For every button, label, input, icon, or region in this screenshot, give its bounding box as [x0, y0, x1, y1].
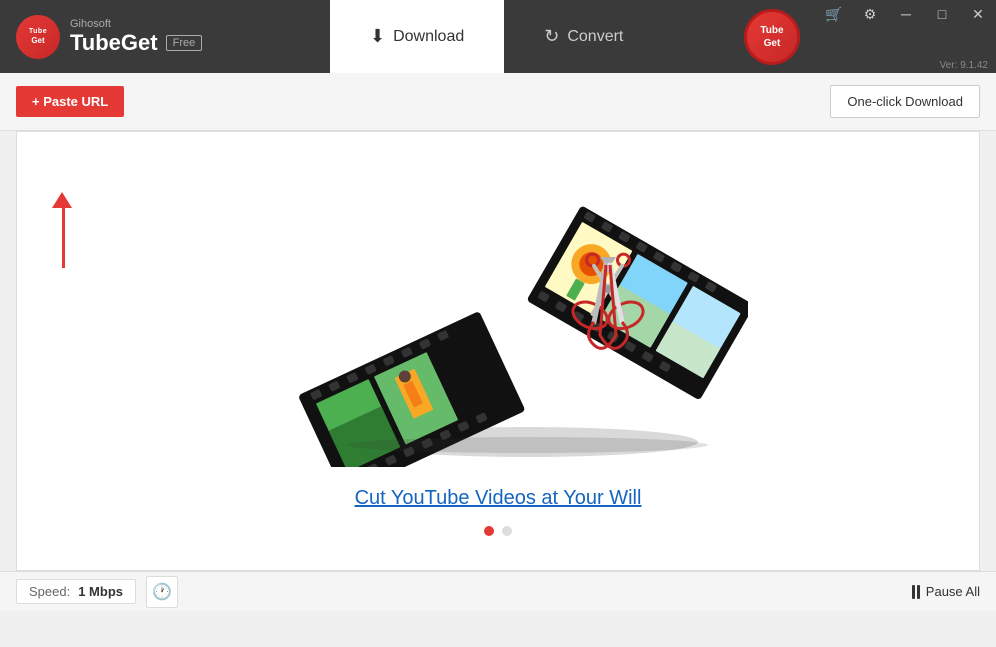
pause-all-button[interactable]: Pause All [912, 584, 980, 599]
app-logo-area: Tube Get Gihosoft TubeGet Free [0, 15, 330, 59]
free-badge: Free [166, 35, 203, 51]
toolbar: + Paste URL One-click Download [0, 73, 996, 131]
arrow-line [62, 208, 65, 268]
nav-tabs: ⬇ Download ↻ Convert [330, 0, 728, 73]
settings-button[interactable]: ⚙ [852, 0, 888, 28]
download-tab-icon: ⬇ [370, 26, 385, 47]
paste-url-button[interactable]: + Paste URL [16, 86, 124, 117]
feature-title-link[interactable]: Cut YouTube Videos at Your Will [355, 487, 642, 510]
tubeget-badge: Tube Get [744, 9, 800, 65]
speed-info: Speed: 1 Mbps [16, 579, 136, 604]
titlebar-right: 🛒 ⚙ ─ □ ✕ Ver: 9.1.42 [816, 0, 996, 73]
arrow-head-icon [52, 192, 72, 208]
pause-bar-1 [912, 585, 915, 599]
film-strip-svg [248, 167, 748, 467]
app-logo-icon: Tube Get [16, 15, 60, 59]
tubeget-line2: Get [764, 37, 781, 50]
restore-button[interactable]: □ [924, 0, 960, 28]
window-controls: 🛒 ⚙ ─ □ ✕ [816, 0, 996, 28]
speed-value: 1 Mbps [78, 584, 123, 599]
close-button[interactable]: ✕ [960, 0, 996, 28]
version-label: Ver: 9.1.42 [932, 58, 996, 73]
history-button[interactable]: 🕐 [146, 576, 178, 608]
tab-convert[interactable]: ↻ Convert [504, 0, 663, 73]
statusbar-left: Speed: 1 Mbps 🕐 [16, 576, 178, 608]
statusbar: Speed: 1 Mbps 🕐 Pause All [0, 571, 996, 611]
speed-label: Speed: [29, 584, 70, 599]
carousel-dot-2[interactable] [502, 526, 512, 536]
carousel-dot-1[interactable] [484, 526, 494, 536]
minimize-button[interactable]: ─ [888, 0, 924, 28]
film-illustration [248, 167, 748, 467]
download-tab-label: Download [393, 28, 464, 46]
arrow-indicator [52, 192, 72, 268]
company-name: Gihosoft [70, 18, 202, 30]
pause-icon [912, 585, 920, 599]
titlebar: Tube Get Gihosoft TubeGet Free ⬇ Downloa… [0, 0, 996, 73]
main-content-area: Cut YouTube Videos at Your Will [16, 131, 980, 571]
cart-button[interactable]: 🛒 [816, 0, 852, 28]
tab-download[interactable]: ⬇ Download [330, 0, 504, 73]
paste-url-area: + Paste URL [16, 86, 124, 117]
pause-all-label: Pause All [926, 584, 980, 599]
app-name-group: Gihosoft TubeGet Free [70, 18, 202, 56]
pause-bar-2 [917, 585, 920, 599]
carousel-dots [484, 526, 512, 536]
tubeget-line1: Tube [760, 24, 783, 37]
app-title: TubeGet Free [70, 30, 202, 56]
convert-tab-icon: ↻ [544, 26, 559, 47]
convert-tab-label: Convert [567, 28, 623, 46]
one-click-download-button[interactable]: One-click Download [830, 85, 980, 118]
statusbar-right: Pause All [912, 584, 980, 599]
